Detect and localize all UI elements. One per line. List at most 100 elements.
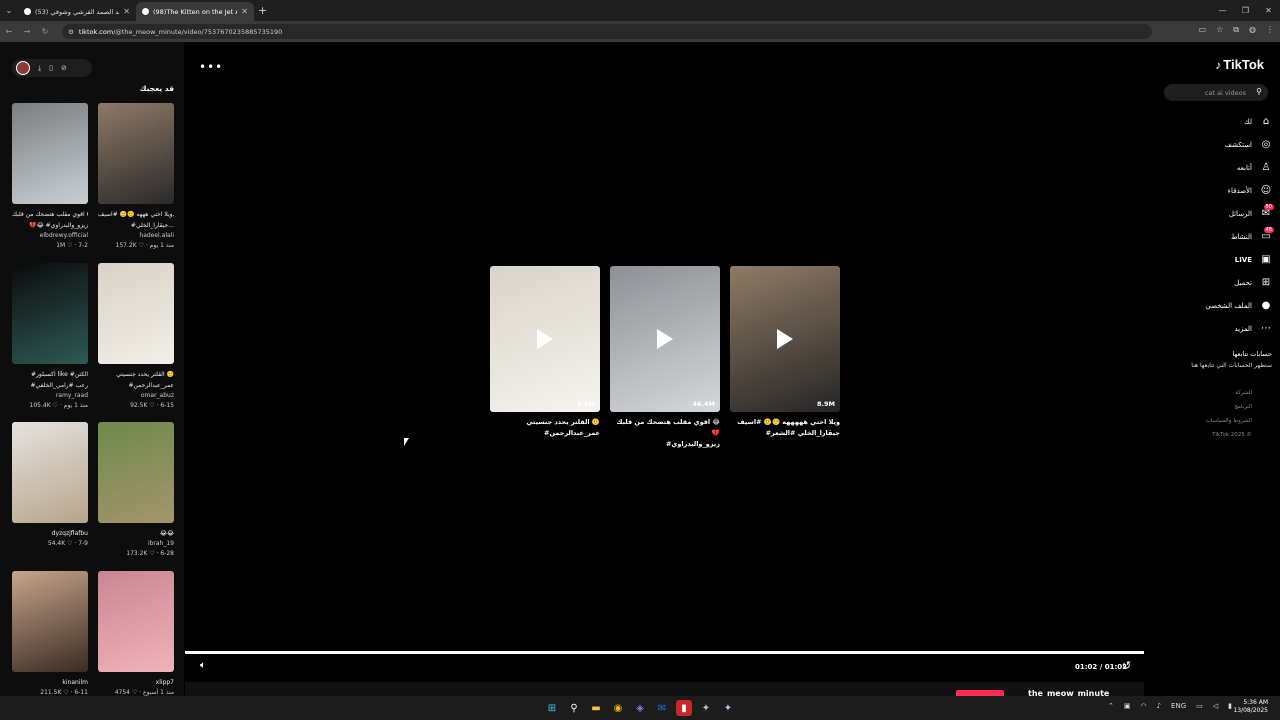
video-thumbnail[interactable]: [12, 571, 88, 672]
app-red-icon[interactable]: ▮: [676, 700, 692, 716]
nav-item-live[interactable]: LIVE ▣: [1162, 248, 1272, 271]
wifi-icon[interactable]: ◠: [1140, 702, 1146, 710]
search-input[interactable]: cat ai videos ⚲: [1164, 84, 1268, 101]
recommended-video-card[interactable]: dyzqzjflafbu 54.4K ♡ · 7-9: [12, 422, 88, 549]
site-info-icon[interactable]: ⚙: [68, 28, 74, 36]
suggested-video-card[interactable]: 46.4M اقوي مقلب هتضحك من قلبك 😂💔 #زيزو_وال…: [610, 266, 720, 450]
video-stats: 157.2K ♡ · منذ 1 يوم: [115, 242, 174, 249]
footer-link[interactable]: البرنامج: [1206, 400, 1252, 414]
video-thumbnail[interactable]: 46.4M: [610, 266, 720, 412]
footer-link[interactable]: الشركة: [1206, 386, 1252, 400]
browser-tab-1[interactable]: (53) عبد الصمد القرشي وشوقي ✕: [18, 2, 136, 21]
video-stats: 173.2K ♡ · 6-28: [126, 550, 174, 557]
recommended-video-card[interactable]: ويلا اختي هههه 🙂🙂 #اسيف... #جيڤارا_الخلي.…: [98, 103, 174, 251]
reload-icon[interactable]: ↻: [36, 27, 54, 36]
play-icon[interactable]: [537, 329, 553, 349]
tray-app-icon[interactable]: ▣: [1124, 702, 1131, 710]
video-thumbnail[interactable]: [98, 422, 174, 523]
file-explorer-icon[interactable]: ▬: [588, 700, 604, 716]
video-thumbnail[interactable]: [98, 103, 174, 204]
download-icon[interactable]: ⤓: [38, 64, 41, 73]
recommended-video-card[interactable]: #اكسبلور like #الكتن #رعب #رامي_الخلفي ram…: [12, 263, 88, 411]
network-icon[interactable]: ▭: [1196, 702, 1203, 710]
footer-link[interactable]: TikTok 2025 ©: [1206, 428, 1252, 442]
nav-item-activity[interactable]: النشاط ▭ 48: [1162, 225, 1274, 248]
minimize-icon[interactable]: —: [1211, 0, 1234, 21]
bookmark-star-icon[interactable]: ☆: [1216, 25, 1223, 35]
volume-icon[interactable]: 🔈︎: [200, 660, 206, 671]
nav-item-home[interactable]: لك ⌂: [1162, 110, 1272, 133]
video-author[interactable]: hadeel.alali: [98, 231, 174, 241]
video-thumbnail[interactable]: 8.9M: [730, 266, 840, 412]
video-stats: 211.5K ♡ · 6-11: [40, 689, 88, 696]
video-thumbnail[interactable]: [12, 103, 88, 204]
recommended-video-card[interactable]: 😂😂 ibrah_19 173.2K ♡ · 6-28: [98, 422, 174, 559]
video-thumbnail[interactable]: [12, 422, 88, 523]
recommended-video-card[interactable]: اقوي مقلب هتضحك من قلبك 🙂🙂 💔😂 #زيزو_والبد…: [12, 103, 88, 251]
video-author[interactable]: omar_abuz: [98, 391, 174, 401]
new-tab-icon[interactable]: +: [258, 4, 267, 17]
back-icon[interactable]: ←: [0, 27, 18, 36]
footer-link[interactable]: الشروط والسياسات: [1206, 414, 1252, 428]
input-language[interactable]: ENG: [1171, 702, 1186, 710]
cast-icon[interactable]: ▭: [1199, 25, 1207, 35]
video-thumbnail[interactable]: 3.6M: [490, 266, 600, 412]
steam-icon[interactable]: ✦: [698, 700, 714, 716]
chrome-icon[interactable]: ◉: [610, 700, 626, 716]
nav-item-following[interactable]: أتابعه ♙: [1162, 156, 1272, 179]
browser-tab-2[interactable]: (98)The Kitten on the Jet Adven ✕: [136, 2, 254, 21]
battery-icon[interactable]: ▮: [1228, 702, 1232, 710]
speaker-icon[interactable]: ◁: [1213, 702, 1218, 710]
nav-item-upload[interactable]: تحميل ⊞: [1162, 271, 1272, 294]
nav-item-profile[interactable]: الملف الشخصي ●: [1162, 294, 1272, 317]
nav-label: أتابعه: [1236, 163, 1252, 172]
suggested-video-card[interactable]: 8.9M ويلا اختي هههههه 🙂🙂 #اسيف #جيڤارا_الخ…: [730, 266, 840, 439]
steam-icon-2[interactable]: ✦: [720, 700, 736, 716]
tab-title: (98)The Kitten on the Jet Adven: [153, 7, 237, 16]
tiktok-logo[interactable]: ♪ TikTok: [1215, 57, 1264, 72]
video-author[interactable]: ibrah_19: [98, 539, 174, 549]
extensions-icon[interactable]: ⧉: [1233, 25, 1239, 35]
windows-start-icon[interactable]: ⊞: [544, 700, 560, 716]
tab-search-icon[interactable]: ⌄: [0, 0, 18, 21]
play-icon[interactable]: [657, 329, 673, 349]
nav-item-compass[interactable]: استكشف ◎: [1162, 133, 1272, 156]
recommended-video-card[interactable]: xlipp7 4754 ♡ · منذ 1 أسبوع: [98, 571, 174, 696]
nav-item-friends[interactable]: الأصدقاء ☺: [1162, 179, 1272, 202]
settings-icon[interactable]: ⊘: [61, 64, 67, 72]
video-caption-line2: #جيڤارا_الخلي...: [130, 222, 174, 229]
avatar[interactable]: [16, 61, 30, 75]
video-title: اقوي مقلب هتضحك من قلبك 😂💔: [616, 418, 720, 437]
replay-icon[interactable]: ↺: [1122, 659, 1131, 672]
recommended-video-card[interactable]: القلتر يحدد جنسيتي 🙂 #عمر_عبدالرحمن omar_a…: [98, 263, 174, 411]
search-icon[interactable]: ⚲: [1256, 87, 1262, 96]
suggested-video-card[interactable]: 3.6M القلتر يحدد جنسيتي 🙂 #عمر_عبدالرحمن: [490, 266, 600, 439]
url-input[interactable]: ⚙ tiktok.com /@the_meow_minute/video/753…: [62, 24, 1152, 39]
search-icon[interactable]: ⚲: [566, 700, 582, 716]
close-tab-icon[interactable]: ✕: [241, 7, 248, 16]
forward-icon[interactable]: →: [18, 27, 36, 36]
nav-item-inbox[interactable]: الرسائل ✉ 50: [1162, 202, 1274, 225]
video-thumbnail[interactable]: [98, 571, 174, 672]
recommended-video-card[interactable]: kinanilm 211.5K ♡ · 6-11: [12, 571, 88, 696]
tray-overflow-icon[interactable]: ⌃: [1108, 702, 1114, 710]
nav-item-more[interactable]: المزيد ⋯: [1162, 317, 1272, 340]
video-thumbnail[interactable]: [12, 263, 88, 364]
video-author[interactable]: ramy_raad: [12, 391, 88, 401]
video-progress-bar[interactable]: [185, 651, 1144, 654]
video-thumbnail[interactable]: [98, 263, 174, 364]
phone-icon[interactable]: ▯: [49, 64, 53, 72]
play-icon[interactable]: [777, 329, 793, 349]
restore-icon[interactable]: ❐: [1234, 0, 1257, 21]
system-clock[interactable]: 5:36 AM 13/08/2025: [1233, 699, 1268, 715]
profile-icon[interactable]: ◍: [1249, 25, 1256, 35]
teams-icon[interactable]: ◈: [632, 700, 648, 716]
outlook-icon[interactable]: ✉: [654, 700, 670, 716]
browser-menu-icon[interactable]: ⋮: [1266, 25, 1274, 35]
close-window-icon[interactable]: ✕: [1257, 0, 1280, 21]
video-author[interactable]: elbdrewy.official: [12, 231, 88, 241]
more-options-icon[interactable]: •••: [199, 60, 223, 74]
clock-date: 13/08/2025: [1233, 707, 1268, 714]
close-tab-icon[interactable]: ✕: [123, 7, 130, 16]
mic-icon[interactable]: ♪: [1157, 702, 1161, 710]
